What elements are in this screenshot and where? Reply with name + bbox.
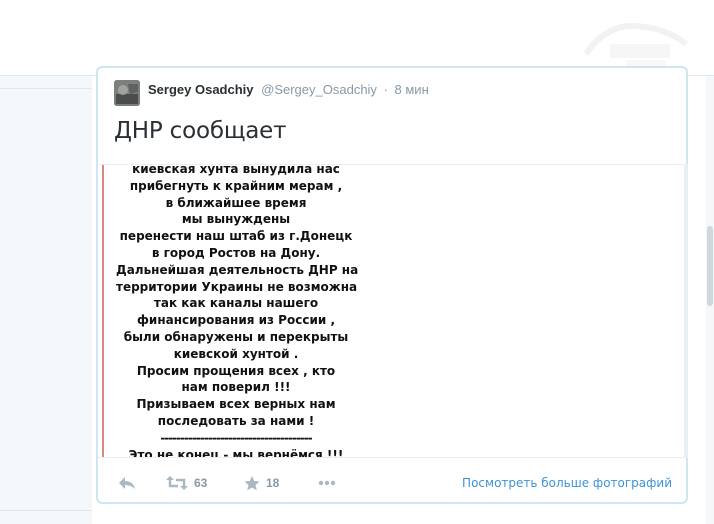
statement-text: киевская хунта вынудила нас прибегнуть к… — [116, 164, 359, 458]
tweet-card[interactable]: Sergey Osadchiy @Sergey_Osadchiy · 8 мин… — [96, 66, 688, 504]
more-dots-icon — [318, 480, 336, 486]
watermark-logo — [583, 22, 688, 68]
page-scrollbar[interactable] — [706, 76, 714, 524]
retweet-count: 63 — [194, 476, 208, 490]
separator-dot: · — [383, 82, 388, 97]
author-handle[interactable]: @Sergey_Osadchiy — [261, 82, 377, 97]
top-bar — [0, 0, 714, 76]
statement-line: финансирования из России , — [137, 313, 335, 328]
favorite-button[interactable]: 18 — [244, 474, 279, 492]
reply-icon — [119, 477, 135, 489]
retweet-icon — [166, 476, 188, 490]
tweet-timestamp[interactable]: 8 мин — [395, 82, 429, 97]
tweet-text: ДНР сообщает — [114, 118, 287, 144]
statement-line: киевская хунта вынудила нас — [132, 164, 340, 176]
statement-line: Это не конец - мы вернёмся !!! — [128, 447, 344, 458]
statement-line: прибегнуть к крайним мерам , — [129, 178, 343, 193]
scrollbar-thumb[interactable] — [707, 226, 713, 306]
tweet-media[interactable]: киевская хунта вынудила нас прибегнуть к… — [98, 164, 688, 458]
statement-line: нам поверил !!! — [181, 380, 291, 395]
retweet-button[interactable]: 63 — [166, 474, 207, 492]
author-name[interactable]: Sergey Osadchiy — [148, 82, 254, 97]
statement-line: были обнаружены и перекрыты — [123, 329, 349, 344]
statement-line: Дальнейшая деятельность ДНР на — [116, 262, 359, 277]
statement-line: перенести наш штаб из г.Донецк — [119, 229, 353, 244]
statement-line: так как каналы нашего — [153, 296, 319, 311]
tweet-actions: 63 18 Посмотреть больше фотографий — [98, 468, 688, 496]
avatar[interactable] — [114, 80, 140, 106]
statement-line: в город Ростов на Дону. — [151, 245, 321, 260]
tweet-header: Sergey Osadchiy @Sergey_Osadchiy · 8 мин — [148, 82, 429, 97]
star-icon — [244, 475, 260, 490]
media-image[interactable]: киевская хунта вынудила нас прибегнуть к… — [98, 164, 688, 458]
see-more-photos-link[interactable]: Посмотреть больше фотографий — [462, 476, 672, 490]
statement-line: киевской хунтой . — [173, 346, 299, 361]
statement-line: последовать за нами ! — [157, 413, 315, 428]
favorite-count: 18 — [266, 476, 280, 490]
statement-line: территории Украины не возможна — [116, 279, 358, 294]
more-button[interactable] — [318, 474, 336, 492]
statement-divider: -------------------------------------- — [160, 430, 312, 445]
avatar-image — [114, 80, 140, 106]
reply-button[interactable] — [118, 474, 136, 492]
sidebar-divider — [0, 510, 92, 511]
statement-line: Призываем всех верных нам — [136, 397, 336, 412]
statement-line: Просим прощения всех , кто — [136, 363, 336, 378]
statement-line: в ближайшее время — [165, 195, 307, 210]
media-left-edge — [102, 165, 104, 457]
sidebar-divider — [0, 88, 92, 89]
statement-line: мы вынуждены — [181, 212, 291, 227]
left-sidebar — [0, 76, 92, 524]
media-right-edge — [684, 165, 688, 457]
